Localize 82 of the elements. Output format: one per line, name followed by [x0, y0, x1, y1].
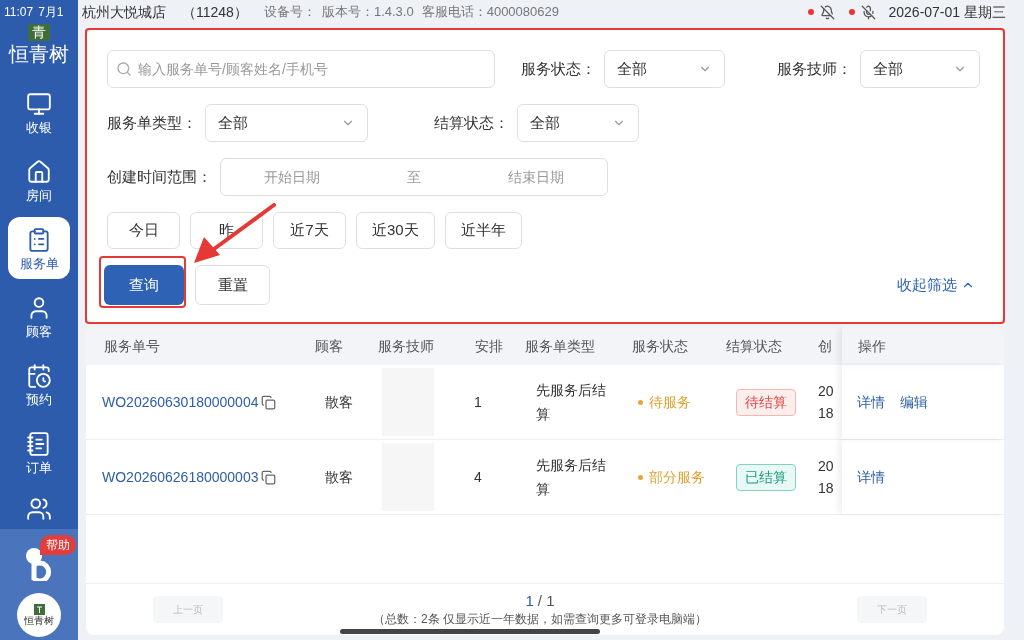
column-header: 服务单号 — [103, 336, 161, 356]
action-link[interactable]: 编辑 — [900, 391, 928, 413]
column-header: 服务单类型 — [525, 336, 596, 356]
table-cell-text: 先服务后结算 — [535, 456, 607, 499]
logo-mark: 青 — [28, 24, 50, 41]
table-cell-text: 20 — [818, 382, 835, 401]
copy-icon[interactable] — [261, 394, 277, 410]
search-field[interactable]: 输入服务单号/顾客姓名/手机号 — [107, 50, 495, 88]
page-total: / 1 — [537, 591, 555, 610]
search-icon — [116, 61, 132, 77]
clock: 11:07 — [4, 4, 34, 21]
service-status: 部分服务 — [649, 467, 705, 487]
filter-label: 结算状态： — [434, 112, 509, 133]
people-icon — [26, 496, 52, 522]
copy-icon[interactable] — [261, 469, 277, 485]
house-icon — [26, 158, 52, 185]
quick-range-button[interactable]: 今日 — [107, 212, 180, 249]
column-header: 结算状态 — [726, 336, 783, 356]
table-cell-text: 4 — [473, 467, 483, 487]
table-cell-text: 1 — [473, 392, 483, 412]
bell-off-icon — [820, 4, 836, 20]
current-page: 1 — [525, 591, 534, 610]
help-badge[interactable]: 帮助 — [40, 535, 76, 555]
filter-label: 服务单类型： — [107, 112, 197, 133]
filter-label: 创建时间范围： — [107, 166, 212, 187]
dropdown-select[interactable]: 全部 — [517, 104, 639, 142]
store-avatar[interactable]: 恒青树 — [17, 593, 61, 637]
order-number-link[interactable]: WO20260630180000004 — [102, 391, 259, 413]
device-number: 设备号： — [263, 3, 316, 22]
tree-logo-icon — [33, 604, 45, 615]
action-link[interactable]: 详情 — [857, 391, 885, 413]
column-header: 服务技师 — [378, 336, 435, 356]
calendar-clock-icon — [26, 362, 52, 389]
dropdown-select[interactable]: 全部 — [604, 50, 725, 88]
query-button[interactable]: 查询 — [104, 265, 184, 305]
nav-item[interactable]: 订单 — [8, 421, 70, 483]
column-header: 操作 — [842, 327, 1004, 365]
column-header: 安排 — [474, 336, 504, 356]
quick-range-button[interactable]: 近半年 — [444, 212, 522, 249]
table-cell-text: 先服务后结算 — [535, 381, 607, 424]
mic-off-icon — [861, 4, 877, 20]
clipboard-icon — [26, 226, 52, 253]
column-header: 创 — [818, 336, 833, 356]
collapse-filter-link[interactable]: 收起筛选 — [897, 273, 975, 297]
end-date-placeholder: 结束日期 — [507, 167, 564, 187]
dropdown-select[interactable]: 全部 — [205, 104, 368, 142]
date-fragment: 7月1 — [38, 4, 64, 21]
table-cell-text: 散客 — [324, 467, 354, 487]
table-cell-text: 散客 — [324, 392, 354, 412]
store-name: 杭州大悦城店 — [82, 2, 166, 22]
nav-item[interactable]: 收银 — [8, 81, 70, 143]
store-code: （11248） — [182, 2, 248, 22]
table-cell-text: 18 — [818, 479, 835, 498]
settlement-tag: 待结算 — [736, 388, 796, 416]
monitor-icon — [26, 90, 52, 117]
table-cell-text: 20 — [818, 457, 835, 476]
app-version: 版本号：1.4.3.0 — [321, 3, 414, 22]
quick-range-button[interactable]: 近30天 — [356, 212, 435, 249]
column-header: 顾客 — [315, 336, 344, 356]
service-status: 待服务 — [649, 392, 691, 412]
quick-range-button[interactable]: 近7天 — [273, 212, 346, 249]
date-time: 2026-07-01 星期三 — [888, 2, 1006, 22]
avatar-label: 恒青树 — [24, 616, 54, 626]
nav-item[interactable]: 顾客 — [8, 285, 70, 347]
filter-label: 服务状态： — [521, 58, 596, 79]
order-number-link[interactable]: WO20260626180000003 — [102, 466, 259, 488]
action-link[interactable]: 详情 — [857, 466, 885, 488]
hotline: 客服电话：4000080629 — [421, 3, 559, 22]
brand-name: 恒青树 — [9, 41, 69, 67]
range-separator: 至 — [407, 167, 421, 187]
nav-item[interactable]: 服务单 — [8, 217, 70, 279]
nav-item[interactable]: 房间 — [8, 149, 70, 211]
settlement-tag: 已结算 — [736, 463, 796, 491]
notepad-icon — [26, 430, 52, 457]
column-header: 服务状态 — [632, 336, 689, 356]
table-cell-text: 18 — [818, 404, 835, 423]
filter-label: 服务技师： — [777, 58, 852, 79]
dropdown-select[interactable]: 全部 — [860, 50, 980, 88]
nav-item[interactable]: 预约 — [8, 353, 70, 415]
start-date-placeholder: 开始日期 — [264, 167, 321, 187]
pagination-note: （总数：2条 仅显示近一年数据，如需查询更多可登录电脑端） — [373, 610, 707, 628]
reset-button[interactable]: 重置 — [195, 265, 270, 305]
